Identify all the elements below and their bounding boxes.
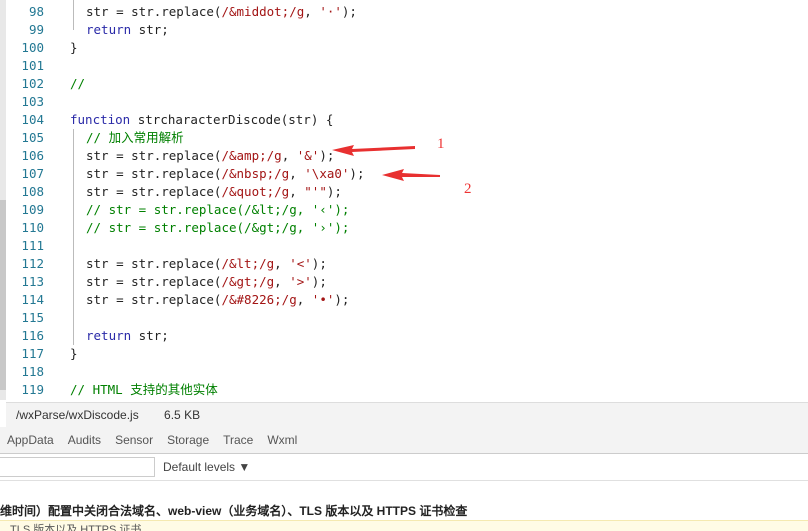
tab-audits[interactable]: Audits [61,427,108,453]
annotation-label-1: 1 [437,136,445,152]
console-warning: TLS 版本以及 HTTPS 证书 [0,520,808,531]
file-path: /wxParse/wxDiscode.js [16,408,139,422]
annotation-arrows [332,145,440,181]
console-message: 维时间）配置中关闭合法域名、web-view（业务域名）、TLS 版本以及 HT… [0,504,468,518]
console-filter-bar: Default levels ▼ [0,454,808,481]
arrow-1 [332,145,415,156]
tab-storage[interactable]: Storage [160,427,216,453]
filter-input[interactable] [0,457,155,477]
arrow-2 [382,169,440,181]
tab-wxml[interactable]: Wxml [260,427,304,453]
file-status-bar: /wxParse/wxDiscode.js 6.5 KB [6,402,808,428]
file-size: 6.5 KB [164,408,201,422]
code-editor[interactable]: 98 str = str.replace(/&middot;/g, '·'); 99… [0,0,808,400]
tab-trace[interactable]: Trace [216,427,260,453]
tab-appdata[interactable]: AppData [0,427,61,453]
devtools-tabs: AppData Audits Sensor Storage Trace Wxml [0,427,808,454]
tab-sensor[interactable]: Sensor [108,427,160,453]
annotation-label-2: 2 [464,181,472,197]
log-levels-dropdown[interactable]: Default levels ▼ [163,454,250,480]
